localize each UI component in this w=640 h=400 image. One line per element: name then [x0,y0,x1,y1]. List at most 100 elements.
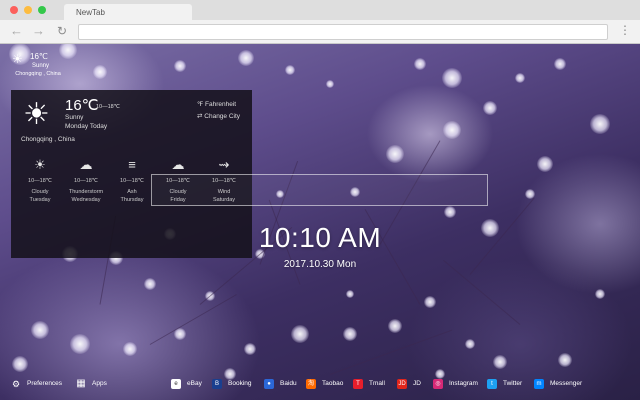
shortcut-label: JD [413,380,421,387]
reload-icon[interactable]: ↻ [57,24,67,38]
mini-condition: Sunny [32,63,50,69]
browser-titlebar: NewTab [0,0,640,20]
shortcut-label: Messenger [550,380,583,387]
flower-blossom [174,60,186,72]
forecast-day: Wednesday [71,197,101,203]
thunderstorm-icon: ☁ [79,157,93,172]
current-day: Monday Today [65,123,108,130]
shortcut-label: Booking [228,380,252,387]
shortcut-label: Baidu [280,380,297,387]
flower-blossom [93,65,107,79]
current-condition: Sunny [65,114,84,121]
flower-blossom [442,68,462,88]
forecast-condition: Thunderstorm [68,189,104,195]
flower-blossom [414,58,426,70]
flower-blossom [343,327,357,341]
mini-temperature: 16℃ [30,52,48,61]
tab-title: NewTab [76,8,105,17]
flower-blossom [31,321,49,339]
forecast-item: ☁ 10—18℃ Thunderstorm Wednesday [63,152,109,210]
flower-blossom [590,114,610,134]
twitter-icon: t [487,379,497,389]
shortcut-label: Instagram [449,380,478,387]
flower-blossom [238,50,254,66]
forecast-range: 10—18℃ [28,178,52,184]
browser-tab[interactable]: NewTab [64,4,192,20]
flower-blossom [443,121,461,139]
maximize-window-button[interactable] [38,6,46,14]
flower-blossom [285,65,295,75]
forecast-condition: Cloudy [31,189,49,195]
flower-blossom [291,325,309,343]
temperature-range: 10—18℃ [96,104,120,110]
flower-blossom [493,355,507,369]
browser-menu-icon[interactable]: ⋮ [619,23,631,37]
gear-icon: ⚙ [11,379,21,389]
flower-blossom [386,145,404,163]
mini-location: Chongqing , China [15,71,61,77]
flower-blossom [12,356,28,372]
ash-icon: ≡ [128,157,136,172]
flower-blossom [483,101,497,115]
forward-arrow-icon[interactable]: → [32,24,45,38]
flower-blossom [326,80,334,88]
wind-icon: ⇝ [218,157,230,172]
fahrenheit-icon: ℉ [197,101,204,108]
forecast-day: Thursday [120,197,144,203]
sun-icon: ☀ [12,52,23,66]
clock-date: 2017.10.30 Mon [283,259,357,270]
taobao-icon: 淘 [306,379,316,389]
messenger-icon: m [534,379,544,389]
instagram-icon: ◎ [433,379,443,389]
flower-blossom [558,353,572,367]
flower-blossom [537,156,553,172]
bottom-shortcut-bar: ⚙ Preferences ▦ Apps e eBay B Booking ● Baidu… [0,374,640,394]
apps-grid-icon: ▦ [76,378,86,389]
cloudy-sun-icon: ☀ [34,157,46,172]
new-tab-page: ☀ 16℃ Sunny Chongqing , China ☀ 16℃ 10—1… [0,44,640,400]
address-bar[interactable] [78,24,608,40]
flower-blossom [144,278,156,290]
preferences-label: Preferences [27,380,63,387]
flower-stem [149,294,237,345]
flower-blossom [515,73,525,83]
forecast-day: Tuesday [29,197,51,203]
flower-blossom [70,334,90,354]
apps-label: Apps [92,380,107,387]
booking-icon: B [212,379,222,389]
shortcut-label: Twitter [503,380,523,387]
forecast-range: 10—18℃ [74,178,98,184]
search-input[interactable] [151,174,488,206]
change-city-label: Change City [204,113,241,120]
flower-blossom [424,296,436,308]
fahrenheit-label: Fahrenheit [205,101,237,108]
shortcut-label: Tmall [369,380,385,387]
flower-blossom [465,339,475,349]
shortcut-label: eBay [187,380,202,387]
forecast-range: 10—18℃ [120,178,144,184]
flower-blossom [595,289,605,299]
sun-icon: ☀ [23,98,50,131]
forecast-item: ☀ 10—18℃ Cloudy Tuesday [17,152,63,210]
flower-blossom [554,58,566,70]
minimize-window-button[interactable] [24,6,32,14]
flower-blossom [444,206,456,218]
ebay-icon: e [171,379,181,389]
shortcut-label: Taobao [322,380,344,387]
fahrenheit-toggle[interactable]: ℉ Fahrenheit [197,100,236,108]
flower-blossom [244,343,256,355]
forecast-item: ≡ 10—18℃ Ash Thursday [109,152,155,210]
flower-blossom [388,319,402,333]
close-window-button[interactable] [10,6,18,14]
change-city-button[interactable]: ⇄ Change City [197,112,240,120]
swap-icon: ⇄ [197,113,203,120]
browser-toolbar: ← → ↻ ⋮ [0,20,640,44]
city-name: Chongqing , China [21,136,75,143]
jd-icon: JD [397,379,407,389]
flower-blossom [346,290,354,298]
flower-blossom [123,342,137,356]
baidu-icon: ● [264,379,274,389]
tmall-icon: T [353,379,363,389]
forecast-condition: Ash [127,189,137,195]
back-arrow-icon[interactable]: ← [10,24,23,38]
